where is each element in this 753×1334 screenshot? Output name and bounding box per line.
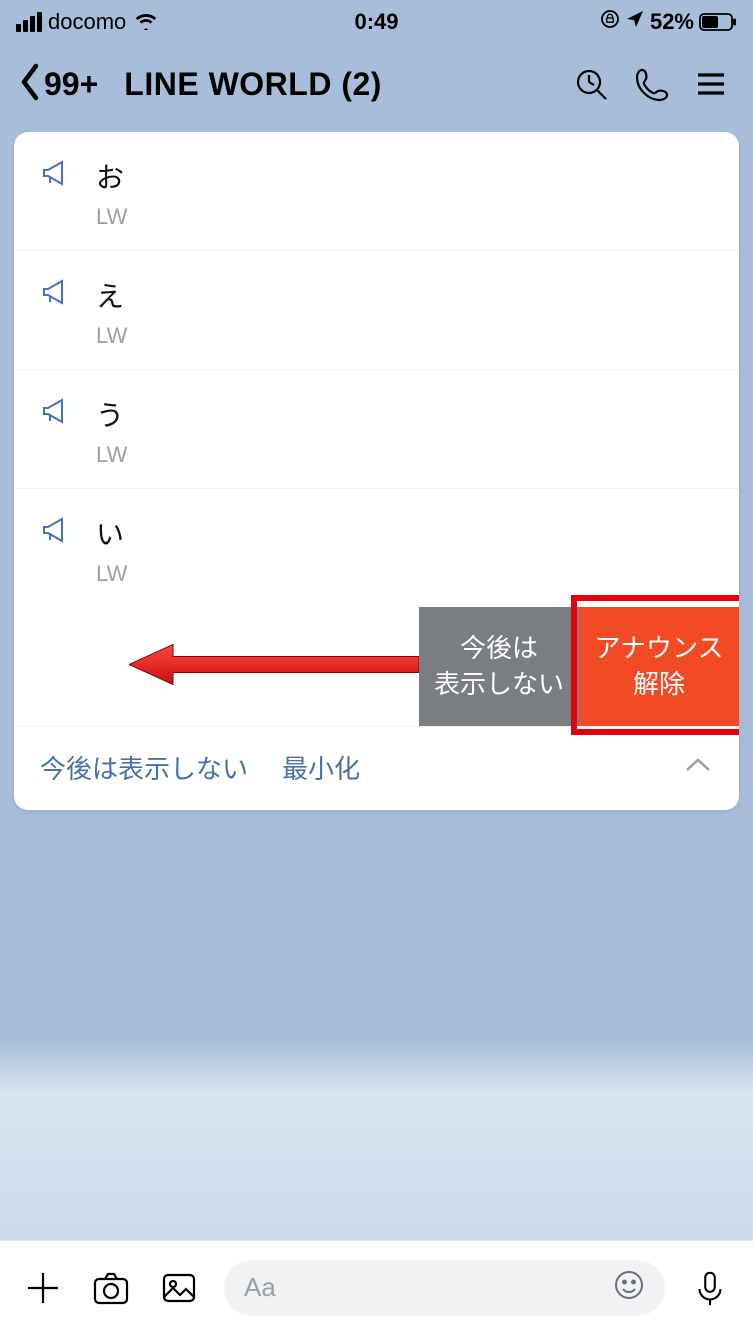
announcement-sender: LW xyxy=(96,204,127,230)
unread-badge: 99+ xyxy=(44,66,98,103)
announcement-message: お xyxy=(96,156,127,196)
announcement-message: う xyxy=(96,394,127,434)
chevron-left-icon xyxy=(18,62,42,107)
announcement-sender: LW xyxy=(96,561,127,587)
status-left: docomo xyxy=(16,8,160,36)
swiped-announcement-row[interactable]: 今後は 表示しない アナウンス 解除 xyxy=(14,607,739,727)
announcement-item[interactable]: う LW xyxy=(14,370,739,489)
carrier-label: docomo xyxy=(48,9,126,35)
announcement-sender: LW xyxy=(96,323,127,349)
chat-header: 99+ LINE WORLD (2) xyxy=(0,44,753,124)
megaphone-icon xyxy=(40,156,74,195)
camera-button[interactable] xyxy=(88,1265,134,1311)
announcement-sender: LW xyxy=(96,442,127,468)
location-icon xyxy=(625,9,645,35)
swipe-arrow-annotation xyxy=(129,642,419,691)
announcement-item[interactable]: お LW xyxy=(14,132,739,251)
orientation-lock-icon xyxy=(600,9,620,35)
signal-icon xyxy=(16,12,42,32)
battery-percent: 52% xyxy=(650,9,694,35)
battery-icon xyxy=(699,13,737,31)
swipe-hide-button[interactable]: 今後は 表示しない xyxy=(419,607,579,726)
announcement-footer: 今後は表示しない 最小化 xyxy=(14,727,739,810)
gallery-button[interactable] xyxy=(156,1265,202,1311)
announcement-item[interactable]: え LW xyxy=(14,251,739,370)
add-button[interactable] xyxy=(20,1265,66,1311)
search-button[interactable] xyxy=(567,60,615,108)
wifi-icon xyxy=(132,8,160,36)
megaphone-icon xyxy=(40,275,74,314)
status-bar: docomo 0:49 52% xyxy=(0,0,753,44)
emoji-button[interactable] xyxy=(613,1269,645,1306)
message-input[interactable]: Aa xyxy=(224,1260,665,1316)
announcement-message: え xyxy=(96,275,127,315)
back-button[interactable]: 99+ xyxy=(18,62,98,107)
menu-button[interactable] xyxy=(687,60,735,108)
input-placeholder: Aa xyxy=(244,1272,276,1303)
status-right: 52% xyxy=(600,9,737,35)
swipe-unannounce-button[interactable]: アナウンス 解除 xyxy=(579,607,739,726)
minimize-link[interactable]: 最小化 xyxy=(282,749,360,786)
call-button[interactable] xyxy=(627,60,675,108)
message-input-bar: Aa xyxy=(0,1240,753,1334)
mic-button[interactable] xyxy=(687,1265,733,1311)
status-time: 0:49 xyxy=(354,9,398,35)
hide-link[interactable]: 今後は表示しない xyxy=(40,749,248,786)
announcement-card: お LW え LW う LW い LW 今後は xyxy=(14,132,739,810)
megaphone-icon xyxy=(40,394,74,433)
announcement-item[interactable]: い LW xyxy=(14,489,739,607)
chat-title: LINE WORLD (2) xyxy=(124,66,382,103)
collapse-button[interactable] xyxy=(683,755,713,780)
announcement-message: い xyxy=(96,513,127,553)
megaphone-icon xyxy=(40,513,74,552)
